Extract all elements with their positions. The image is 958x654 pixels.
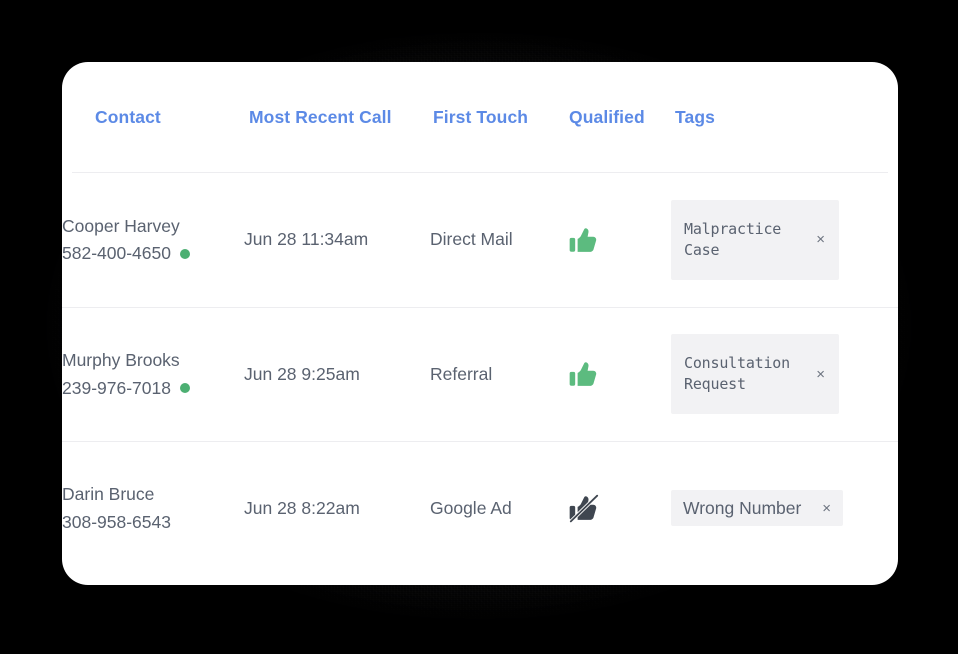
thumbs-up-icon[interactable] <box>567 357 601 391</box>
contacts-table: Contact Most Recent Call First Touch Qua… <box>62 62 898 575</box>
cell-qualified <box>567 173 671 307</box>
first-touch-value: Google Ad <box>430 497 512 518</box>
cell-most-recent-call: Jun 28 11:34am <box>244 173 430 307</box>
thumbs-up-icon[interactable] <box>567 223 601 257</box>
status-dot-icon <box>179 382 190 393</box>
table-row[interactable]: Darin Bruce 308-958-6543 Jun 28 8:22am G… <box>62 440 898 575</box>
contact-phone: 582-400-4650 <box>62 243 171 264</box>
contact-phone-line: 308-958-6543 <box>62 509 244 535</box>
table-body: Cooper Harvey 582-400-4650 Jun 28 11:34a… <box>62 173 898 575</box>
contact-phone-line: 582-400-4650 <box>62 240 244 266</box>
tag-chip[interactable]: Malpractice Case × <box>671 199 839 280</box>
contact-phone-line: 239-976-7018 <box>62 375 244 401</box>
table-header-row: Contact Most Recent Call First Touch Qua… <box>62 62 898 172</box>
first-touch-value: Referral <box>430 363 493 384</box>
cell-tags: Consultation Request × <box>671 306 898 441</box>
thumbs-up-slash-icon[interactable] <box>567 491 601 525</box>
contacts-card: Contact Most Recent Call First Touch Qua… <box>62 62 898 585</box>
screenshot-stage: Contact Most Recent Call First Touch Qua… <box>0 0 958 654</box>
tag-label: Malpractice Case <box>684 219 782 259</box>
status-dot-icon <box>179 248 190 259</box>
first-touch-value: Direct Mail <box>430 229 513 250</box>
tag-label: Consultation Request <box>684 354 790 393</box>
contact-name: Murphy Brooks <box>62 350 180 371</box>
table-header: Contact Most Recent Call First Touch Qua… <box>62 62 898 173</box>
column-header-first-touch[interactable]: First Touch <box>430 62 567 172</box>
most-recent-call-value: Jun 28 11:34am <box>244 229 369 250</box>
cell-contact: Murphy Brooks 239-976-7018 <box>62 306 244 441</box>
table-row[interactable]: Murphy Brooks 239-976-7018 Jun 28 9:25am… <box>62 306 898 441</box>
tag-chip[interactable]: Wrong Number × <box>671 490 843 527</box>
cell-first-touch: Referral <box>430 306 567 441</box>
column-header-tags[interactable]: Tags <box>671 62 898 172</box>
cell-tags: Wrong Number × <box>671 440 898 575</box>
contact-name: Cooper Harvey <box>62 215 180 236</box>
column-header-contact[interactable]: Contact <box>62 62 244 172</box>
remove-tag-icon[interactable]: × <box>822 501 831 516</box>
table-row[interactable]: Cooper Harvey 582-400-4650 Jun 28 11:34a… <box>62 173 898 307</box>
most-recent-call-value: Jun 28 9:25am <box>244 363 360 384</box>
column-header-most-recent-call[interactable]: Most Recent Call <box>244 62 430 172</box>
cell-qualified <box>567 306 671 441</box>
remove-tag-icon[interactable]: × <box>816 367 825 382</box>
contact-name: Darin Bruce <box>62 484 155 505</box>
cell-most-recent-call: Jun 28 8:22am <box>244 440 430 575</box>
tag-label: Wrong Number <box>683 498 802 518</box>
most-recent-call-value: Jun 28 8:22am <box>244 497 360 518</box>
cell-tags: Malpractice Case × <box>671 173 898 307</box>
column-header-qualified[interactable]: Qualified <box>567 62 671 172</box>
cell-most-recent-call: Jun 28 9:25am <box>244 306 430 441</box>
cell-first-touch: Direct Mail <box>430 173 567 307</box>
remove-tag-icon[interactable]: × <box>816 232 825 247</box>
cell-first-touch: Google Ad <box>430 440 567 575</box>
tag-chip[interactable]: Consultation Request × <box>671 334 839 414</box>
cell-contact: Darin Bruce 308-958-6543 <box>62 440 244 575</box>
contact-phone: 239-976-7018 <box>62 377 171 398</box>
cell-contact: Cooper Harvey 582-400-4650 <box>62 173 244 307</box>
cell-qualified <box>567 440 671 575</box>
contact-phone: 308-958-6543 <box>62 511 171 532</box>
